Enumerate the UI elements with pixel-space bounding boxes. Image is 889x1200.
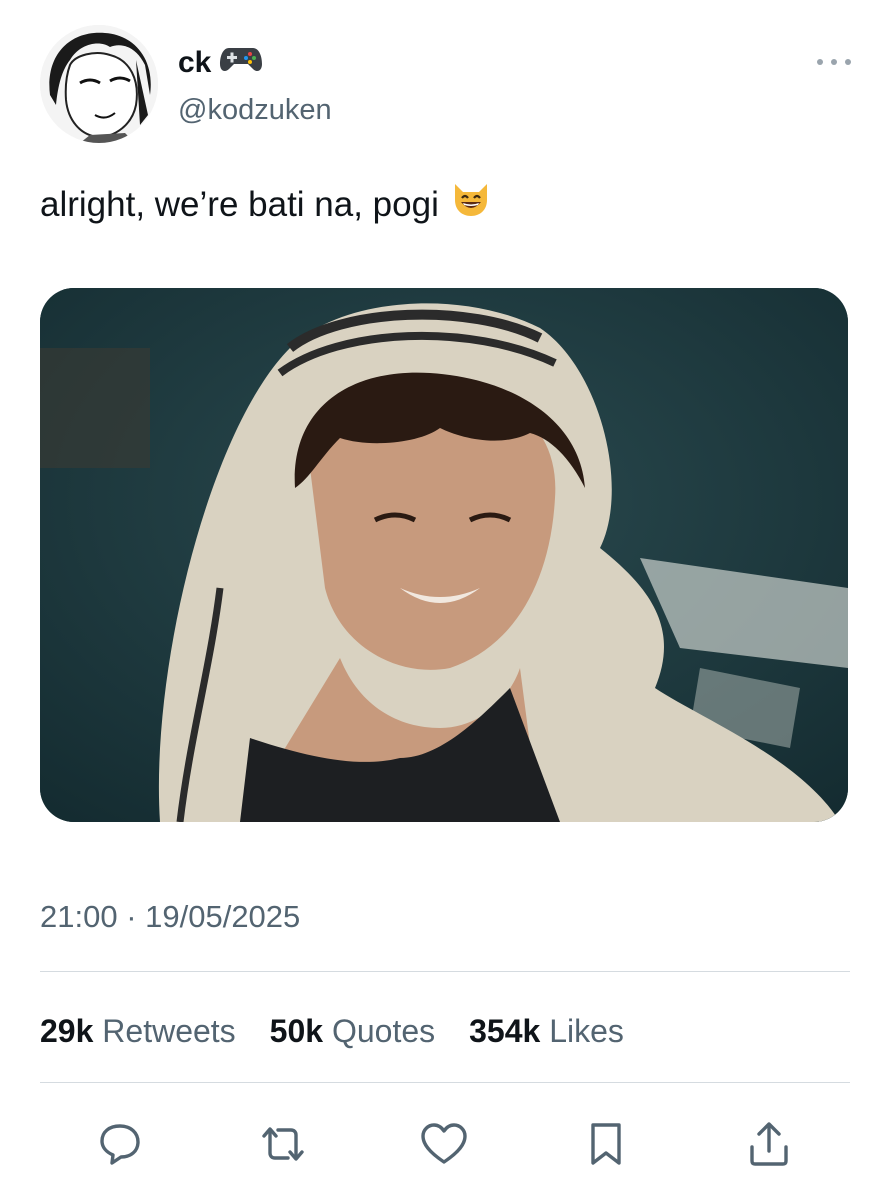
like-icon[interactable]: [414, 1112, 474, 1176]
retweet-icon[interactable]: [253, 1112, 313, 1176]
grinning-cat-emoji-icon: [451, 180, 491, 230]
engagement-stats: 29k Retweets 50k Quotes 354k Likes: [40, 1010, 624, 1052]
likes-stat[interactable]: 354k Likes: [469, 1010, 624, 1052]
tweet-body: alright, we’re bati na, pogi: [40, 185, 439, 224]
divider: [40, 1082, 850, 1083]
more-options-icon[interactable]: [817, 50, 851, 74]
dot: [845, 59, 851, 65]
reply-icon[interactable]: [90, 1112, 150, 1176]
author-handle[interactable]: @kodzuken: [178, 92, 332, 128]
share-icon[interactable]: [739, 1112, 799, 1176]
tweet-timestamp[interactable]: 21:00 · 19/05/2025: [40, 897, 300, 937]
retweets-stat[interactable]: 29k Retweets: [40, 1010, 236, 1052]
avatar[interactable]: [40, 25, 158, 143]
likes-label: Likes: [549, 1013, 624, 1049]
retweets-label: Retweets: [102, 1013, 236, 1049]
dot: [831, 59, 837, 65]
divider: [40, 971, 850, 972]
bookmark-icon[interactable]: [576, 1112, 636, 1176]
quotes-stat[interactable]: 50k Quotes: [270, 1010, 435, 1052]
action-bar: [0, 1112, 889, 1176]
likes-count: 354k: [469, 1013, 541, 1049]
game-controller-icon: [219, 42, 263, 83]
manga-avatar-illustration: [40, 25, 158, 143]
dot: [817, 59, 823, 65]
quotes-count: 50k: [269, 1013, 324, 1049]
tweet-photo[interactable]: [40, 288, 848, 822]
display-name[interactable]: ck: [178, 42, 263, 83]
photo-illustration: [40, 288, 848, 822]
display-name-text: ck: [178, 45, 212, 79]
retweets-count: 29k: [40, 1013, 94, 1049]
quotes-label: Quotes: [331, 1013, 436, 1049]
tweet-text: alright, we’re bati na, pogi: [40, 180, 491, 230]
